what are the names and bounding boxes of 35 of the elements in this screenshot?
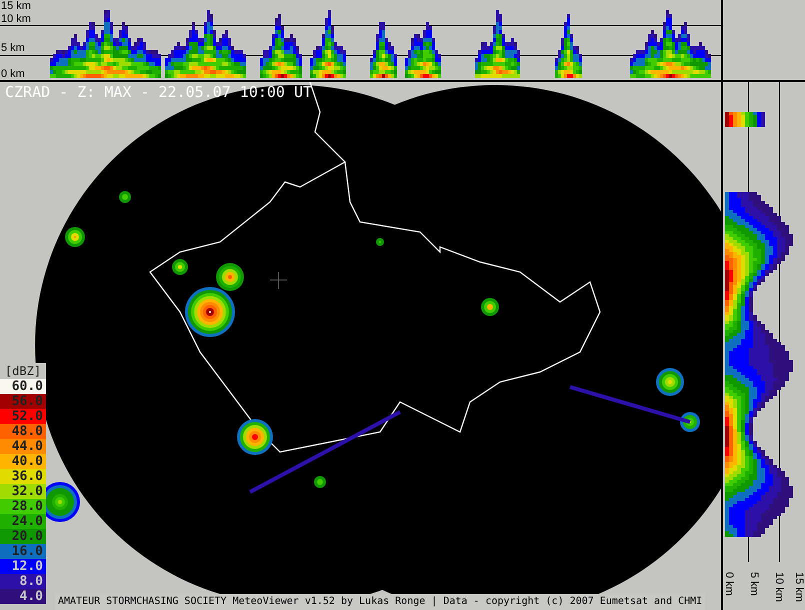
axis-label: 10 km (773, 572, 784, 602)
legend-swatch: 36.0 (0, 469, 46, 484)
legend-swatch: 32.0 (0, 484, 46, 499)
storm-echo (314, 476, 326, 488)
legend-swatch: 24.0 (0, 514, 46, 529)
axis-label: 15 km (793, 572, 804, 602)
axis-label: 5 km (1, 42, 27, 54)
legend-swatch: 60.0 (0, 379, 46, 394)
storm-echo (656, 368, 684, 396)
storm-echo (481, 298, 499, 316)
axis-label: 0 km (1, 68, 27, 80)
axis-label: 15 km (1, 0, 33, 12)
legend-swatch: 16.0 (0, 544, 46, 559)
legend-swatch: 52.0 (0, 409, 46, 424)
storm-echo (65, 227, 85, 247)
axis-label: 0 km (723, 572, 734, 596)
storm-echo (119, 191, 131, 203)
crosshair-icon (270, 272, 288, 290)
map-title: CZRAD - Z: MAX - 22.05.07 10:00 UT (5, 83, 312, 101)
legend-swatch: 28.0 (0, 499, 46, 514)
footer-credits: AMATEUR STORMCHASING SOCIETY MeteoViewer v1.52 by Lukas Ronge | Data - copyright (c) 2007 Eumetsat and CHMI (55, 594, 706, 610)
legend-swatch: 56.0 (0, 394, 46, 409)
storm-echo (376, 238, 384, 246)
storm-echo (172, 259, 188, 275)
axis-label: 10 km (1, 13, 33, 25)
legend-swatch: 12.0 (0, 559, 46, 574)
axis-label: 5 km (748, 572, 759, 596)
legend-swatch: 40.0 (0, 454, 46, 469)
legend-swatch: 44.0 (0, 439, 46, 454)
legend-swatch: 20.0 (0, 529, 46, 544)
legend-swatch: 4.0 (0, 589, 46, 604)
storm-echo (237, 419, 273, 455)
legend-swatch: 48.0 (0, 424, 46, 439)
legend-swatch: 8.0 (0, 574, 46, 589)
storm-echo (680, 412, 700, 432)
